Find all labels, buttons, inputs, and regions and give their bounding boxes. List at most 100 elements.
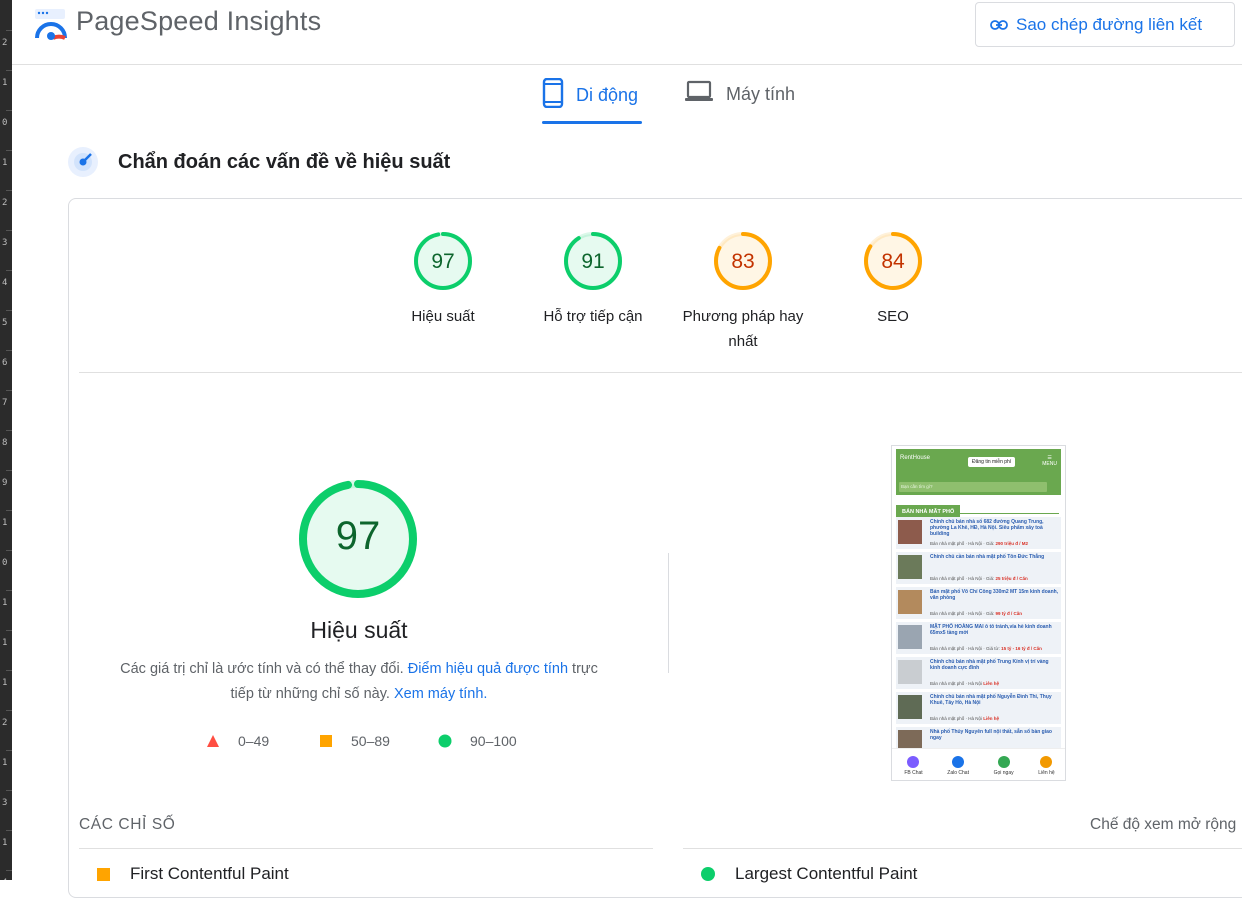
screenshot-search-placeholder: Bạn cần tìm gì?: [899, 482, 1047, 492]
screenshot-list-item: Chính chủ bán nhà mặt phố Nguyễn Đình Th…: [896, 692, 1061, 724]
vertical-separator: [668, 553, 669, 673]
performance-label: Hiệu suất: [310, 617, 408, 643]
footer-icon: [907, 755, 920, 768]
listing-title: Chính chủ cần bán nhà mặt phố Tôn Đức Th…: [930, 554, 1045, 560]
score-gauge-3[interactable]: 84 SEO: [813, 230, 973, 329]
listing-title: Bán mặt phố Võ Chí Công 330m2 MT 15m kin…: [930, 589, 1059, 601]
listing-thumbnail: [898, 625, 922, 649]
laptop-icon: [685, 80, 713, 101]
score-label: SEO: [877, 308, 909, 325]
ruler-label: 1: [2, 758, 8, 768]
ruler-label: 3: [2, 238, 8, 248]
ruler-label: 5: [2, 318, 8, 328]
square-icon: [320, 735, 332, 747]
pagespeed-logo-icon: [35, 9, 67, 40]
triangle-icon: [207, 735, 219, 747]
link-icon: [990, 19, 1008, 30]
ruler-label: 1: [2, 78, 8, 88]
screenshot-category: BÁN NHÀ MẶT PHỐ: [896, 500, 1061, 519]
card-divider: [79, 372, 1242, 373]
tab-desktop-label: Máy tính: [726, 84, 796, 104]
listing-meta: Bán nhà mặt phố · Hà Nội Liên hệ: [930, 716, 1000, 721]
screenshot-logo: RentHouse: [900, 455, 931, 461]
ruler-label: 8: [2, 438, 8, 448]
metric-fcp: First Contentful Paint: [97, 864, 289, 884]
score-calc-link[interactable]: Điểm hiệu quả được tính: [408, 661, 568, 677]
metrics-title: CÁC CHỈ SỐ: [79, 816, 176, 833]
listing-meta: Bán nhà mặt phố · Hà Nội Liên hệ: [930, 681, 1000, 686]
ruler-label: 1: [2, 678, 8, 688]
listing-thumbnail: [898, 555, 922, 579]
ruler-label: 7: [2, 398, 8, 408]
ruler-label: 4: [2, 278, 8, 288]
tab-mobile[interactable]: Di động: [542, 78, 642, 124]
listing-thumbnail: [898, 590, 922, 614]
ruler-label: 2: [2, 718, 8, 728]
circle-icon: [438, 734, 452, 748]
listing-thumbnail: [898, 520, 922, 544]
score-label: Hỗ trợ tiếp cận: [543, 308, 643, 325]
performance-score: 97: [335, 514, 381, 558]
metric-divider-right: [683, 848, 1242, 849]
score-gauge-0[interactable]: 97 Hiệu suất: [363, 230, 523, 329]
listing-meta: Bán nhà mặt phố · Hà Nội · Giá từ: 15 tỷ…: [930, 646, 1042, 651]
metric-divider-left: [79, 848, 653, 849]
smartphone-icon: [542, 78, 564, 108]
score-value: 83: [731, 250, 755, 273]
pagespeed-page: PageSpeed Insights Sao chép đường liên k…: [12, 0, 1242, 898]
metric-fcp-label: First Contentful Paint: [130, 864, 289, 883]
copy-link-label: Sao chép đường liên kết: [1016, 14, 1203, 34]
legend-red-range: 0–49: [238, 733, 270, 749]
score-label: Hiệu suất: [411, 308, 475, 325]
left-ruler: 2101234567891011121314: [0, 0, 12, 880]
ruler-label: 2: [2, 38, 8, 48]
listing-thumbnail: [898, 660, 922, 684]
ruler-label: 2: [2, 198, 8, 208]
footer-icon: [1040, 755, 1053, 768]
screenshot-footer-item: FB Chat: [904, 755, 923, 776]
header: PageSpeed Insights Sao chép đường liên k…: [12, 0, 1242, 65]
screenshot-footer-item: Zalo Chat: [947, 755, 969, 776]
radar-icon: [68, 147, 98, 177]
screenshot-footer-item: Gọi ngay: [994, 755, 1014, 776]
brand-title: PageSpeed Insights: [76, 6, 322, 36]
screenshot-post-button: Đăng tin miễn phí: [968, 457, 1016, 467]
diagnostics-title: Chẩn đoán các vấn đề về hiệu suất: [118, 151, 451, 173]
expand-view-toggle[interactable]: Chế độ xem mở rộng: [1090, 816, 1236, 834]
screenshot-list-item: MẶT PHỐ HOÀNG MAI ô tô tránh,vỉa hè kinh…: [896, 622, 1061, 654]
listing-meta: Bán nhà mặt phố · Hà Nội · Giá: 99 tỷ đ …: [930, 611, 1023, 616]
desc-prefix: Các giá trị chỉ là ước tính và có thể th…: [120, 661, 404, 677]
score-value: 84: [881, 250, 905, 273]
listing-title: Chính chủ bán nhà mặt phố Trung Kính vị …: [930, 659, 1049, 671]
screenshot-list-item: Bán mặt phố Võ Chí Công 330m2 MT 15m kin…: [896, 587, 1061, 619]
ruler-label: 1: [2, 518, 8, 528]
score-gauge-1[interactable]: 91 Hỗ trợ tiếp cận: [513, 230, 673, 329]
footer-icon: [997, 755, 1010, 768]
listing-meta: Bán nhà mặt phố · Hà Nội · Giá: 290 triệ…: [930, 541, 1029, 546]
tab-desktop[interactable]: Máy tính: [684, 78, 795, 124]
metric-lcp: Largest Contentful Paint: [701, 864, 917, 884]
legend-green: 90–100: [438, 733, 517, 749]
ruler-label: 0: [2, 118, 8, 128]
screenshot-list-item: Chính chủ cần bán nhà mặt phố Tôn Đức Th…: [896, 552, 1061, 584]
ruler-label: 3: [2, 798, 8, 808]
listing-title: Chính chủ bán nhà số 682 đường Quang Tru…: [930, 519, 1044, 537]
tab-mobile-label: Di động: [576, 85, 639, 105]
score-gauge-2[interactable]: 83 Phương pháp hay nhất: [663, 230, 823, 354]
legend-green-range: 90–100: [470, 733, 517, 749]
view-calculator-link[interactable]: Xem máy tính.: [394, 686, 487, 702]
active-tab-indicator: [542, 121, 642, 124]
listing-title: Nhà phố Thủy Nguyên full nội thất, sẵn s…: [930, 729, 1052, 741]
screenshot-footer-item: Liên hệ: [1038, 755, 1055, 776]
copy-link-button[interactable]: Sao chép đường liên kết: [975, 2, 1235, 47]
square-icon: [97, 867, 110, 881]
screenshot-list-item: Chính chủ bán nhà mặt phố Trung Kính vị …: [896, 657, 1061, 689]
ruler-label: 1: [2, 598, 8, 608]
ruler-label: 1: [2, 838, 8, 848]
screenshot-header: RentHouse Đăng tin miễn phí ☰ MENU: [896, 449, 1061, 479]
score-value: 97: [431, 250, 455, 273]
page-screenshot: RentHouse Đăng tin miễn phí ☰ MENU Bạn cầ…: [891, 445, 1066, 781]
screenshot-list-item: Chính chủ bán nhà số 682 đường Quang Tru…: [896, 517, 1061, 549]
ruler-label: 6: [2, 358, 8, 368]
ruler-label: 0: [2, 558, 8, 568]
